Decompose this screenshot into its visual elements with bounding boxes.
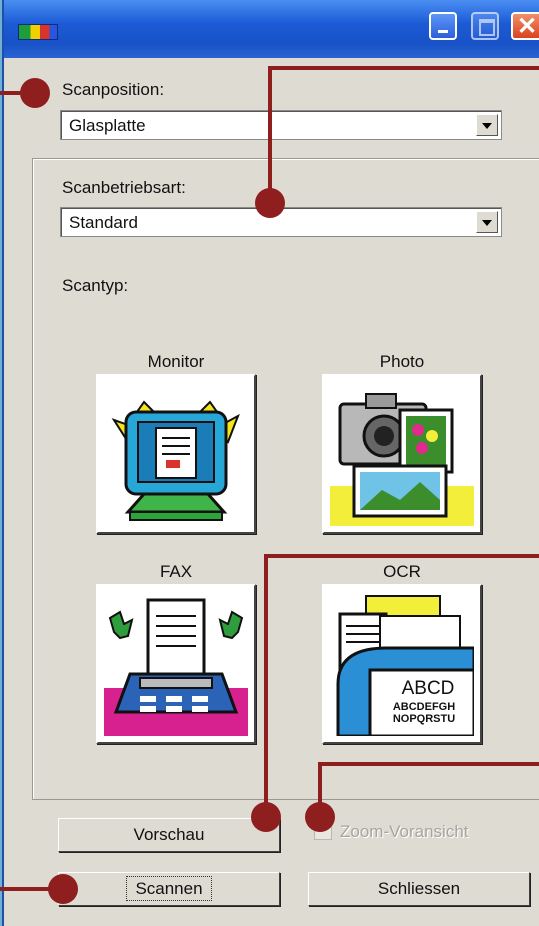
ocr-sample-line-1: ABCD [402,678,455,699]
preview-button[interactable]: Vorschau [58,818,280,852]
callout-marker [305,802,335,832]
scan-mode-label: Scanbetriebsart: [62,178,186,197]
ocr-sample-line-3: NOPQRSTU [393,713,455,725]
callout-line [318,762,539,766]
camera-photo-icon [330,393,474,526]
chevron-down-icon[interactable] [476,211,498,233]
callout-marker [251,802,281,832]
callout-line [264,554,268,810]
scan-type-photo-label: Photo [379,352,425,371]
maximize-button[interactable] [471,12,499,40]
scan-type-monitor-button[interactable] [96,374,256,534]
scan-position-value: Glasplatte [69,116,146,135]
app-icon [18,24,58,40]
preview-button-label: Vorschau [133,825,205,844]
scan-type-ocr-button[interactable]: ABCD ABCDEFGH NOPQRSTU [322,584,482,744]
minimize-button[interactable] [429,12,457,40]
callout-line [268,66,539,70]
scan-type-monitor-label: Monitor [147,352,205,371]
scan-button-label: Scannen [126,876,212,901]
close-icon: ✕ [516,13,538,40]
callout-line [268,66,272,200]
chevron-down-icon[interactable] [476,114,498,136]
callout-marker [20,78,50,108]
fax-icon [104,598,248,736]
scan-position-select[interactable]: Glasplatte [60,110,502,140]
close-button-label: Schliessen [377,879,461,898]
scan-button[interactable]: Scannen [58,872,280,906]
close-window-button[interactable]: ✕ [511,12,539,40]
callout-marker [255,188,285,218]
screenshot: ✕ Scanposition: Glasplatte Scanbetriebsa… [0,0,539,926]
scan-position-label: Scanposition: [62,80,165,99]
close-button[interactable]: Schliessen [308,872,530,906]
monitor-icon [111,400,240,521]
scan-type-fax-button[interactable] [96,584,256,744]
ocr-sample-line-2: ABCDEFGH [393,701,455,713]
scan-type-ocr-label: OCR [383,562,421,581]
scan-type-fax-label: FAX [159,562,193,581]
callout-marker [48,874,78,904]
scan-type-photo-button[interactable] [322,374,482,534]
callout-line [264,554,539,558]
title-bar[interactable]: ✕ [4,0,539,58]
ocr-document-icon: ABCD ABCDEFGH NOPQRSTU [336,595,474,736]
scan-mode-value: Standard [69,213,138,232]
scan-type-label: Scantyp: [62,276,129,295]
zoom-preview-label: Zoom-Voransicht [340,822,469,841]
